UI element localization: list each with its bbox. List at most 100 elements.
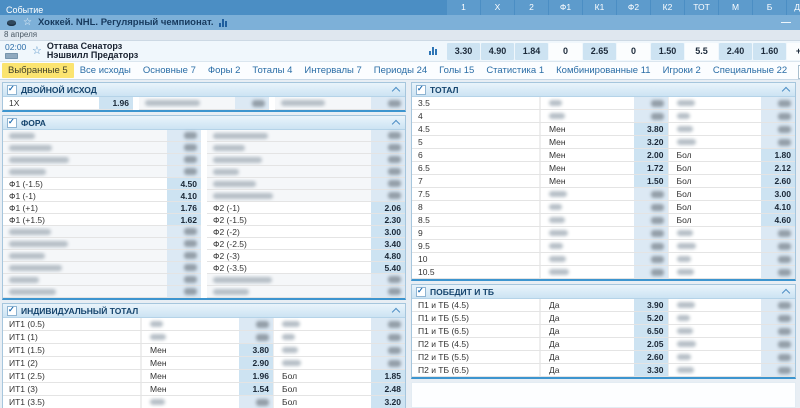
odds-value[interactable]: 5.20 [634, 312, 668, 324]
odds-value[interactable]: 1.50 [634, 175, 668, 187]
blurred-odds-value[interactable] [634, 240, 668, 252]
collapse-chevron-icon[interactable] [392, 307, 400, 315]
blurred-odds-value[interactable] [167, 154, 201, 165]
blurred-odds-value[interactable] [167, 286, 201, 297]
tab-goals[interactable]: Голы 15 [433, 63, 480, 78]
blurred-odds-value[interactable] [371, 178, 405, 189]
away-team[interactable]: Нэшвилл Предаторз [47, 51, 138, 61]
tab-special[interactable]: Специальные 22 [707, 63, 793, 78]
blurred-odds-value[interactable] [634, 97, 668, 109]
blurred-odds-value[interactable] [634, 214, 668, 226]
blurred-odds-value[interactable] [634, 227, 668, 239]
blurred-odds-value[interactable] [761, 253, 795, 265]
odds-value[interactable]: 5.40 [371, 262, 405, 273]
blurred-odds-value[interactable] [371, 166, 405, 177]
tab-all-outcomes[interactable]: Все исходы [74, 63, 137, 78]
odds-value[interactable]: 3.30 [634, 364, 668, 376]
blurred-odds-value[interactable] [371, 357, 405, 369]
tab-totals[interactable]: Тоталы 4 [246, 63, 298, 78]
section-header[interactable]: ИНДИВИДУАЛЬНЫЙ ТОТАЛ [3, 304, 405, 318]
blurred-odds-value[interactable] [761, 110, 795, 122]
odds-value[interactable]: 1.76 [167, 202, 201, 213]
favorite-star-icon[interactable]: ☆ [32, 46, 42, 56]
odds-cell[interactable]: +89 [787, 43, 800, 60]
odds-cell[interactable]: 2.40 [719, 43, 752, 60]
match-row[interactable]: 02:00 ☆ Оттава Сенаторз Нэшвилл Предатор… [0, 41, 800, 62]
blurred-odds-value[interactable] [371, 142, 405, 153]
section-checkbox[interactable] [7, 85, 17, 95]
odds-value[interactable]: 4.80 [371, 250, 405, 261]
tab-statistics[interactable]: Статистика 1 [480, 63, 550, 78]
odds-value[interactable]: 3.80 [634, 123, 668, 135]
blurred-odds-value[interactable] [761, 325, 795, 337]
tab-players[interactable]: Игроки 2 [657, 63, 707, 78]
blurred-odds-value[interactable] [634, 266, 668, 278]
odds-cell[interactable]: 1.60 [753, 43, 786, 60]
odds-value[interactable]: 2.48 [371, 383, 405, 395]
blurred-odds-value[interactable] [634, 201, 668, 213]
blurred-odds-value[interactable] [167, 142, 201, 153]
odds-value[interactable]: 2.60 [761, 175, 795, 187]
blurred-odds-value[interactable] [371, 286, 405, 297]
odds-value[interactable]: 2.90 [239, 357, 273, 369]
blurred-odds-value[interactable] [761, 227, 795, 239]
blurred-odds-value[interactable] [235, 97, 269, 109]
odds-cell[interactable]: 4.90 [481, 43, 514, 60]
odds-cell[interactable]: 0 [549, 43, 582, 60]
tab-main[interactable]: Основные 7 [137, 63, 202, 78]
collapse-chevron-icon[interactable] [782, 288, 790, 296]
collapse-chevron-icon[interactable] [782, 86, 790, 94]
section-header[interactable]: ФОРА [3, 116, 405, 130]
tab-periods[interactable]: Периоды 24 [368, 63, 433, 78]
odds-value[interactable]: 4.50 [167, 178, 201, 189]
tab-intervals[interactable]: Интервалы 7 [298, 63, 367, 78]
odds-value[interactable]: 3.40 [371, 238, 405, 249]
blurred-odds-value[interactable] [167, 130, 201, 141]
blurred-odds-value[interactable] [761, 312, 795, 324]
blurred-odds-value[interactable] [761, 97, 795, 109]
odds-value[interactable]: 3.80 [239, 344, 273, 356]
blurred-odds-value[interactable] [239, 396, 273, 408]
odds-value[interactable]: 6.50 [634, 325, 668, 337]
section-header[interactable]: ДВОЙНОЙ ИСХОД [3, 83, 405, 97]
odds-value[interactable]: 3.90 [634, 299, 668, 311]
odds-value[interactable]: 4.10 [167, 190, 201, 201]
odds-value[interactable]: 4.60 [761, 214, 795, 226]
odds-value[interactable]: 1.96 [239, 370, 273, 382]
odds-value[interactable]: 2.60 [634, 351, 668, 363]
section-checkbox[interactable] [416, 287, 426, 297]
tab-selected[interactable]: Выбранные 5 [2, 63, 74, 78]
blurred-odds-value[interactable] [761, 351, 795, 363]
blurred-odds-value[interactable] [371, 97, 405, 109]
league-bar[interactable]: ☆ Хоккей. NHL. Регулярный чемпионат. — [0, 15, 800, 30]
odds-value[interactable]: 1.72 [634, 162, 668, 174]
blurred-odds-value[interactable] [761, 240, 795, 252]
odds-value[interactable]: 1.54 [239, 383, 273, 395]
blurred-odds-value[interactable] [371, 274, 405, 285]
blurred-odds-value[interactable] [371, 190, 405, 201]
blurred-odds-value[interactable] [371, 130, 405, 141]
blurred-odds-value[interactable] [761, 364, 795, 376]
blurred-odds-value[interactable] [167, 226, 201, 237]
section-header[interactable]: ПОБЕДИТ И ТБ [412, 285, 795, 299]
blurred-odds-value[interactable] [761, 123, 795, 135]
odds-value[interactable]: 1.85 [371, 370, 405, 382]
odds-value[interactable]: 2.05 [634, 338, 668, 350]
odds-cell[interactable]: 3.30 [447, 43, 480, 60]
favorite-star-icon[interactable]: ☆ [23, 18, 32, 28]
odds-value[interactable]: 4.10 [761, 201, 795, 213]
blurred-odds-value[interactable] [167, 274, 201, 285]
tab-combined[interactable]: Комбинированные 11 [550, 63, 656, 78]
odds-value[interactable]: 2.30 [371, 214, 405, 225]
blurred-odds-value[interactable] [634, 253, 668, 265]
stats-chart-icon[interactable] [219, 18, 227, 27]
blurred-odds-value[interactable] [761, 299, 795, 311]
blurred-odds-value[interactable] [371, 331, 405, 343]
blurred-odds-value[interactable] [761, 136, 795, 148]
blurred-odds-value[interactable] [167, 262, 201, 273]
section-checkbox[interactable] [416, 85, 426, 95]
odds-value[interactable]: 2.00 [634, 149, 668, 161]
odds-value[interactable]: 2.06 [371, 202, 405, 213]
tab-handicaps[interactable]: Форы 2 [202, 63, 247, 78]
odds-value[interactable]: 2.12 [761, 162, 795, 174]
